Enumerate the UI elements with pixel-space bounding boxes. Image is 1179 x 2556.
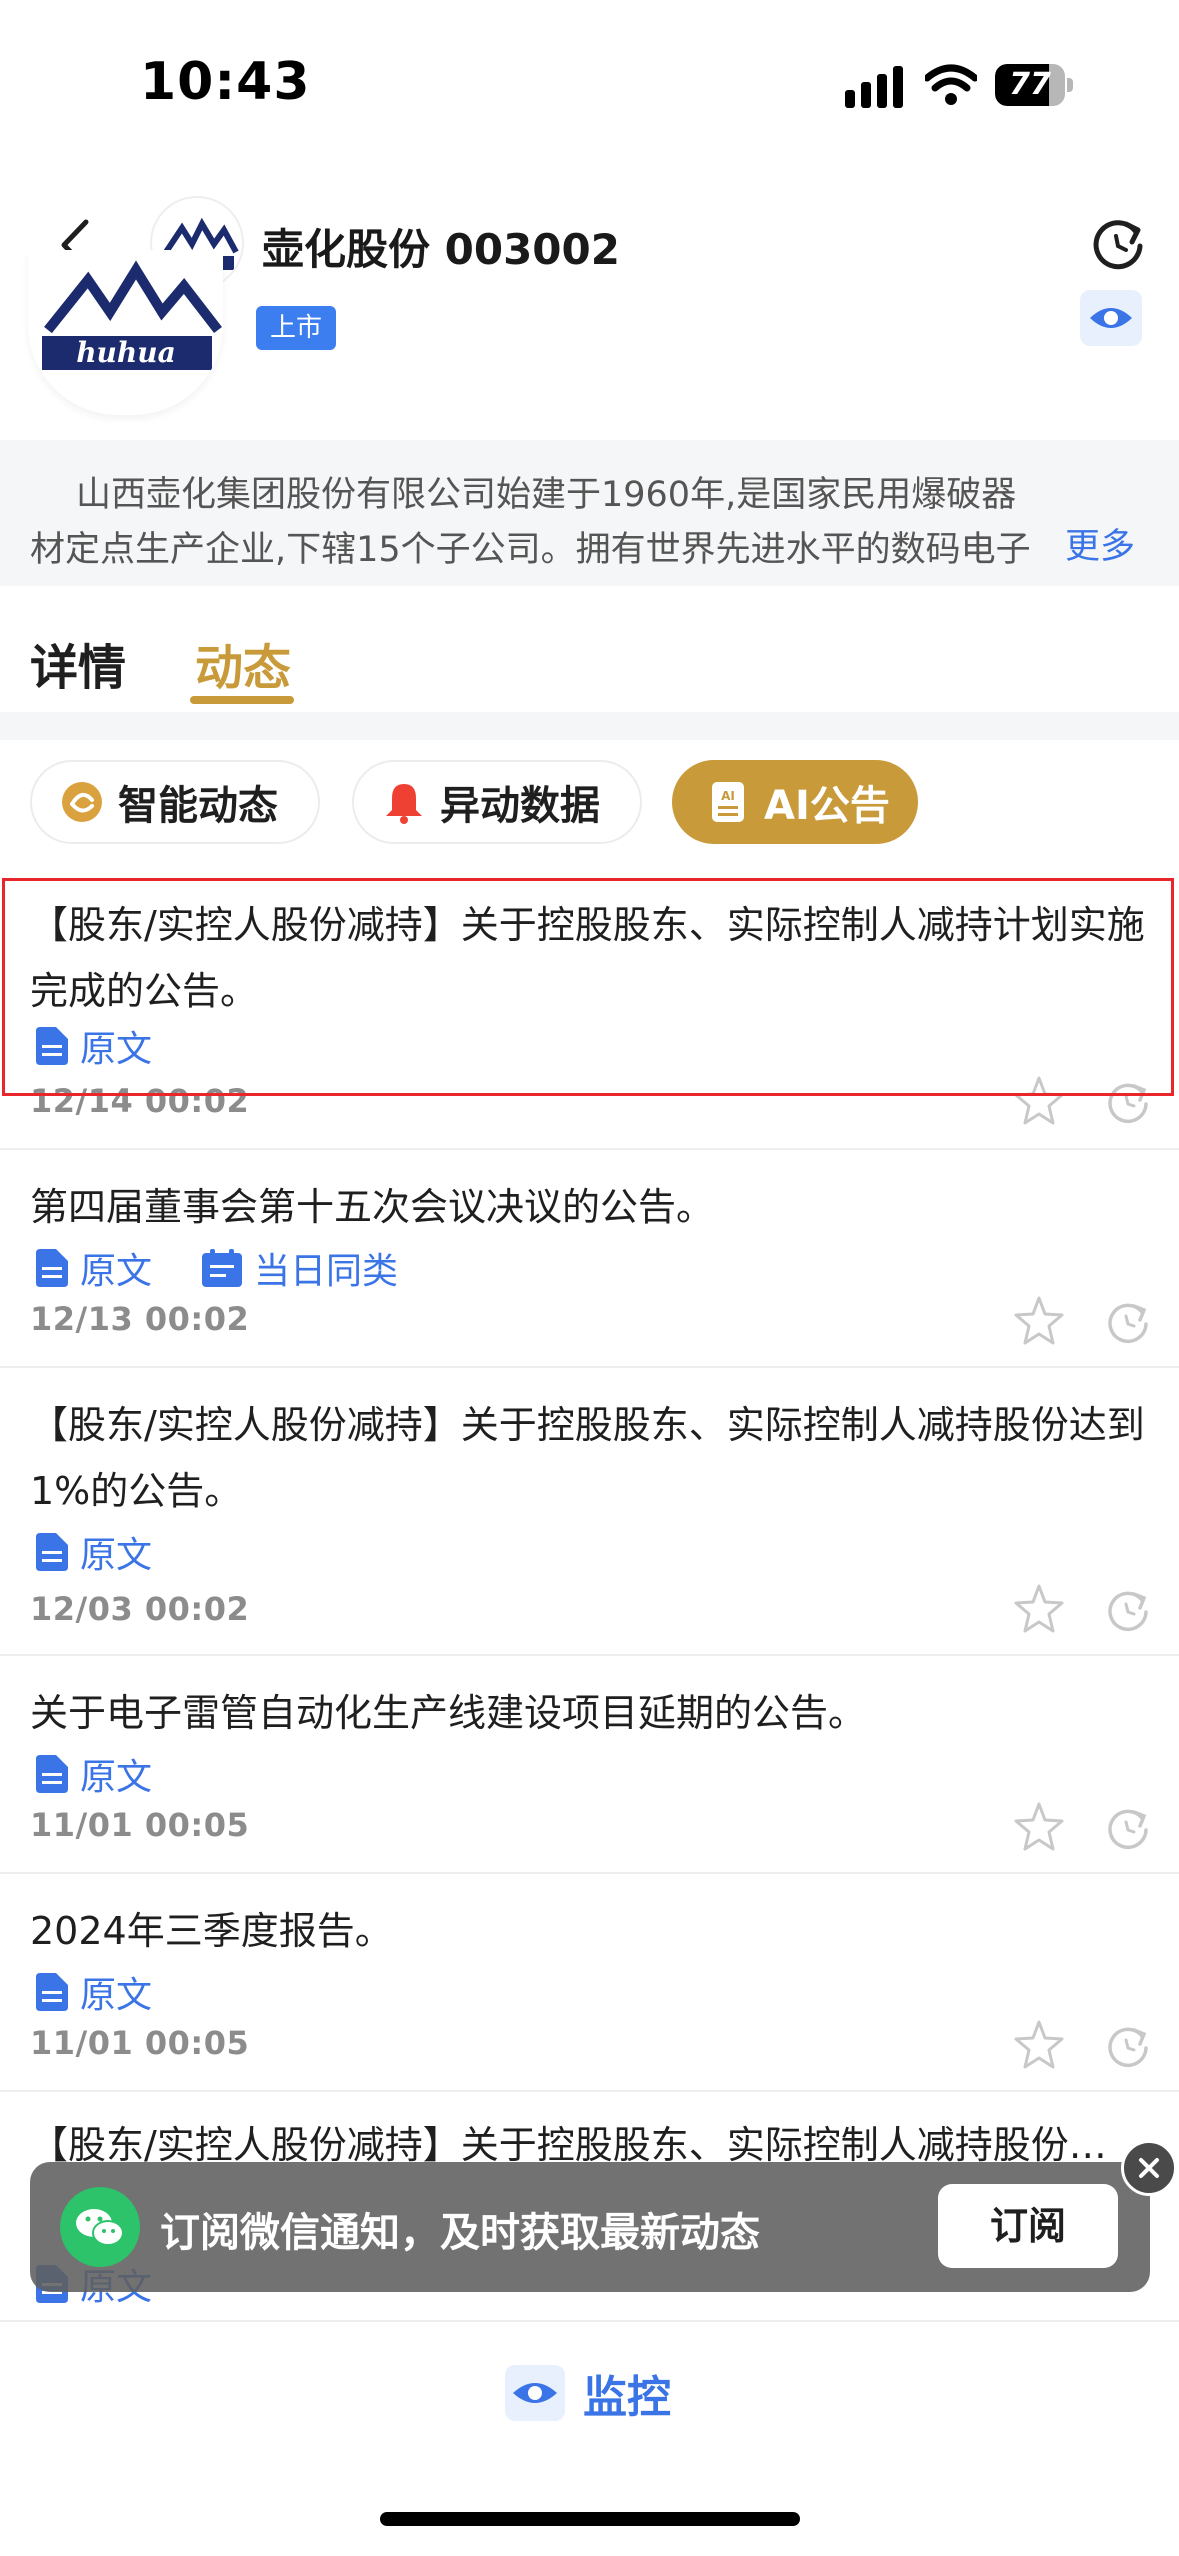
close-icon[interactable] xyxy=(1121,2140,1177,2196)
wifi-icon xyxy=(925,64,977,105)
share-icon[interactable] xyxy=(1104,2022,1152,2070)
document-icon xyxy=(36,1755,68,1793)
filter-label: 异动数据 xyxy=(440,783,600,829)
filter-label: AI公告 xyxy=(764,783,890,829)
smart-dynamic-icon xyxy=(62,782,102,822)
company-logo: huhua xyxy=(28,250,223,415)
original-text-link[interactable]: 原文 xyxy=(36,1242,152,1294)
tab-bar: 详情 动态 xyxy=(0,600,1179,710)
share-icon[interactable] xyxy=(1104,1804,1152,1852)
link-label: 原文 xyxy=(80,1251,153,1292)
announcement-time: 12/13 00:02 xyxy=(30,1300,250,1338)
more-link[interactable]: 更多 xyxy=(1065,518,1135,569)
toast-message: 订阅微信通知，及时获取最新动态 xyxy=(160,2210,760,2256)
list-item[interactable]: 关于电子雷管自动化生产线建设项目延期的公告。 原文 11/01 00:05 xyxy=(0,1656,1179,1874)
status-time: 10:43 xyxy=(140,52,311,112)
battery-percent: 77 xyxy=(1009,67,1051,102)
section-divider xyxy=(0,712,1179,740)
announcement-time: 12/03 00:02 xyxy=(30,1590,250,1628)
document-icon xyxy=(36,1249,68,1287)
bell-icon xyxy=(386,784,422,824)
announcement-title: 2024年三季度报告。 xyxy=(30,1909,393,1953)
link-label: 原文 xyxy=(80,1757,153,1798)
filter-ai-announcement[interactable]: AI AI公告 xyxy=(672,760,918,844)
filter-smart-dynamic[interactable]: 智能动态 xyxy=(30,760,320,844)
battery-indicator: 77 xyxy=(995,64,1073,106)
tab-dynamic[interactable]: 动态 xyxy=(195,628,291,698)
link-label: 当日同类 xyxy=(254,1251,399,1292)
active-tab-indicator xyxy=(190,696,294,704)
svg-text:AI: AI xyxy=(721,789,735,803)
document-icon xyxy=(36,1533,68,1571)
ai-document-icon: AI xyxy=(712,782,744,822)
same-day-similar-link[interactable]: 当日同类 xyxy=(202,1242,398,1294)
tab-detail[interactable]: 详情 xyxy=(30,628,126,698)
original-text-link[interactable]: 原文 xyxy=(36,1748,152,1800)
list-item[interactable]: 2024年三季度报告。 原文 11/01 00:05 xyxy=(0,1874,1179,2092)
watch-eye-icon[interactable] xyxy=(1080,290,1142,346)
share-icon[interactable] xyxy=(1104,1586,1152,1634)
list-item[interactable]: 【股东/实控人股份减持】关于控股股东、实际控制人减持股份达到1%的公告。 原文 … xyxy=(0,1368,1179,1656)
star-icon[interactable] xyxy=(1012,1582,1066,1636)
wechat-icon xyxy=(60,2187,140,2267)
page-title: 壶化股份 003002 xyxy=(262,225,620,274)
link-label: 原文 xyxy=(80,1535,153,1576)
filter-label: 智能动态 xyxy=(118,783,278,829)
list-item[interactable]: 第四届董事会第十五次会议决议的公告。 原文 当日同类 12/13 00:02 xyxy=(0,1150,1179,1368)
listed-badge: 上市 xyxy=(256,306,336,350)
star-icon[interactable] xyxy=(1012,2018,1066,2072)
calendar-icon xyxy=(202,1249,243,1287)
document-icon xyxy=(36,1973,68,2011)
monitor-label: 监控 xyxy=(583,2372,671,2423)
announcement-title: 第四届董事会第十五次会议决议的公告。 xyxy=(30,1185,715,1229)
filter-chips: 智能动态 异动数据 AI AI公告 xyxy=(0,760,1179,850)
announcement-title: 【股东/实控人股份减持】关于控股股东、实际控制人减持股份达到1%的公告。 xyxy=(30,1403,1145,1513)
home-indicator xyxy=(380,2512,800,2526)
company-description: 山西壶化集团股份有限公司始建于1960年,是国家民用爆破器材定点生产企业,下辖1… xyxy=(0,440,1179,586)
cellular-signal-icon xyxy=(845,66,903,108)
refresh-icon[interactable] xyxy=(1088,214,1148,274)
star-icon[interactable] xyxy=(1012,1800,1066,1854)
subscribe-button[interactable]: 订阅 xyxy=(938,2184,1118,2268)
monitor-button[interactable]: 监控 xyxy=(505,2358,671,2428)
announcement-time: 11/01 00:05 xyxy=(30,2024,250,2062)
announcement-time: 11/01 00:05 xyxy=(30,1806,250,1844)
description-text: 山西壶化集团股份有限公司始建于1960年,是国家民用爆破器材定点生产企业,下辖1… xyxy=(30,475,1031,570)
original-text-link[interactable]: 原文 xyxy=(36,1966,152,2018)
status-bar: 10:43 77 xyxy=(0,0,1179,150)
announcement-title: 关于电子雷管自动化生产线建设项目延期的公告。 xyxy=(30,1691,867,1735)
share-icon[interactable] xyxy=(1104,1298,1152,1346)
eye-icon xyxy=(505,2365,565,2421)
star-icon[interactable] xyxy=(1012,1294,1066,1348)
original-text-link[interactable]: 原文 xyxy=(36,1526,152,1578)
svg-text:huhua: huhua xyxy=(76,336,176,369)
highlight-annotation-box xyxy=(2,878,1174,1096)
link-label: 原文 xyxy=(80,1975,153,2016)
subscribe-toast: 订阅微信通知，及时获取最新动态 订阅 xyxy=(30,2162,1150,2292)
filter-abnormal-data[interactable]: 异动数据 xyxy=(352,760,642,844)
